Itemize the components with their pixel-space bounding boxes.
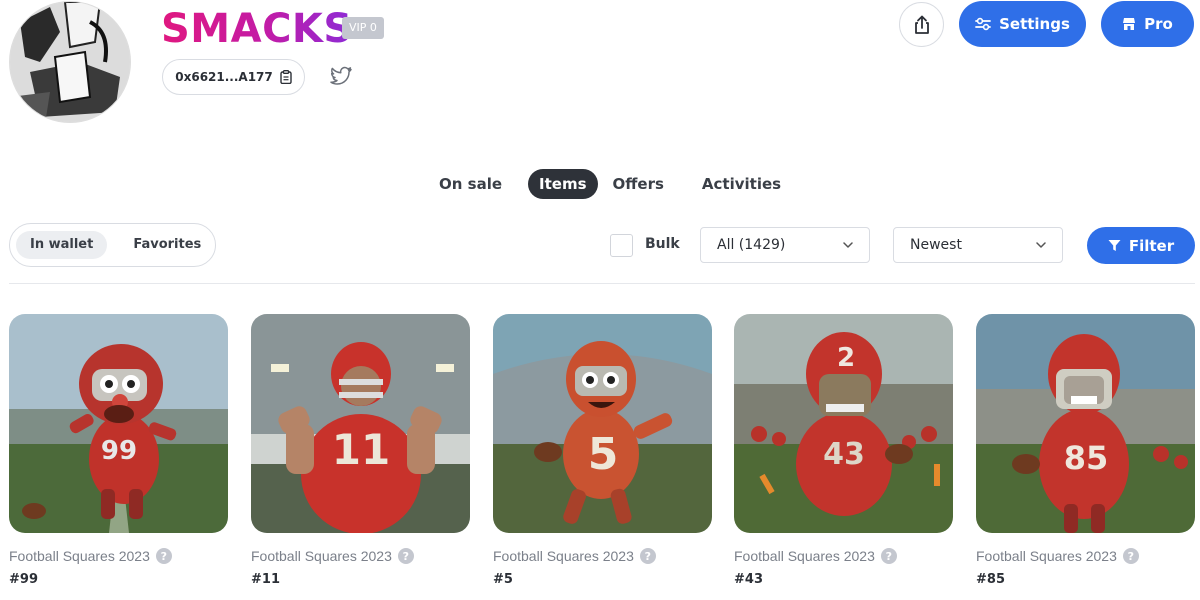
sliders-icon	[975, 17, 991, 31]
help-icon[interactable]: ?	[1122, 548, 1139, 564]
settings-label: Settings	[999, 15, 1070, 33]
tab-activities[interactable]: Activities	[691, 169, 792, 199]
item-collection: Football Squares 2023 ?	[493, 548, 712, 564]
svg-text:99: 99	[101, 436, 137, 466]
tab-items[interactable]: Items	[528, 169, 598, 199]
help-icon[interactable]: ?	[397, 548, 414, 564]
share-button[interactable]	[899, 2, 944, 47]
item-card[interactable]: 11 Football Squares 2023 ? #11	[251, 314, 470, 600]
item-collection-name: Football Squares 2023	[976, 548, 1117, 564]
item-card[interactable]: 85 Football Squares 2023 ? #85	[976, 314, 1195, 600]
filter-label: Filter	[1128, 236, 1175, 255]
item-image: 85	[976, 314, 1195, 533]
svg-text:85: 85	[1064, 439, 1109, 477]
svg-text:5: 5	[588, 429, 619, 480]
segment-favorites[interactable]: Favorites	[119, 231, 215, 259]
pro-button[interactable]: Pro	[1101, 1, 1194, 47]
item-collection: Football Squares 2023 ?	[9, 548, 228, 564]
profile-name: SMACKS	[161, 6, 353, 52]
item-number: #43	[734, 572, 763, 587]
wallet-favorites-toggle: In wallet Favorites	[9, 223, 216, 267]
chevron-down-icon	[843, 242, 853, 248]
twitter-icon[interactable]	[329, 66, 353, 88]
help-icon[interactable]: ?	[880, 548, 897, 564]
item-number: #85	[976, 572, 1005, 587]
help-icon[interactable]: ?	[155, 548, 172, 564]
bulk-checkbox[interactable]	[610, 234, 633, 257]
item-image: 2 43	[734, 314, 953, 533]
item-collection-name: Football Squares 2023	[9, 548, 150, 564]
profile-tabs: On sale Items Offers Activities	[428, 169, 792, 199]
svg-text:43: 43	[823, 437, 865, 472]
toolbar-divider	[9, 283, 1195, 284]
item-collection-name: Football Squares 2023	[734, 548, 875, 564]
item-collection-name: Football Squares 2023	[493, 548, 634, 564]
svg-text:2: 2	[837, 343, 855, 373]
bulk-label: Bulk	[645, 236, 680, 252]
segment-in-wallet[interactable]: In wallet	[16, 231, 108, 259]
svg-text:11: 11	[332, 425, 390, 474]
item-collection-name: Football Squares 2023	[251, 548, 392, 564]
share-icon	[914, 15, 929, 34]
filter-button[interactable]: Filter	[1087, 227, 1195, 264]
items-grid: 99 Football Squares 2023 ? #99 11 Footba…	[9, 314, 1200, 600]
item-card[interactable]: 5 Football Squares 2023 ? #5	[493, 314, 712, 600]
help-icon[interactable]: ?	[639, 548, 656, 564]
wallet-address-copy[interactable]: 0x6621...A177	[162, 59, 305, 95]
item-collection: Football Squares 2023 ?	[976, 548, 1195, 564]
chevron-down-icon	[1036, 242, 1046, 248]
item-number: #5	[493, 572, 513, 587]
item-number: #11	[251, 572, 280, 587]
profile-avatar	[9, 1, 131, 123]
category-select-value: All (1429)	[717, 237, 786, 253]
pro-icon	[1123, 18, 1136, 30]
item-number: #99	[9, 572, 38, 587]
wallet-address: 0x6621...A177	[175, 70, 273, 84]
vip-badge: VIP 0	[342, 17, 384, 39]
filter-icon	[1108, 240, 1121, 251]
item-image: 5	[493, 314, 712, 533]
item-collection: Football Squares 2023 ?	[251, 548, 470, 564]
item-image: 11	[251, 314, 470, 533]
sort-select[interactable]: Newest	[893, 227, 1063, 263]
tab-offers[interactable]: Offers	[602, 169, 675, 199]
item-image: 99	[9, 314, 228, 533]
sort-select-value: Newest	[910, 237, 962, 253]
category-select[interactable]: All (1429)	[700, 227, 870, 263]
item-card[interactable]: 99 Football Squares 2023 ? #99	[9, 314, 228, 600]
item-card[interactable]: 2 43 Football Squares 2023 ? #43	[734, 314, 953, 600]
tab-on-sale[interactable]: On sale	[428, 169, 513, 199]
settings-button[interactable]: Settings	[959, 1, 1086, 47]
pro-label: Pro	[1144, 15, 1173, 33]
copy-icon	[280, 70, 292, 84]
item-collection: Football Squares 2023 ?	[734, 548, 953, 564]
